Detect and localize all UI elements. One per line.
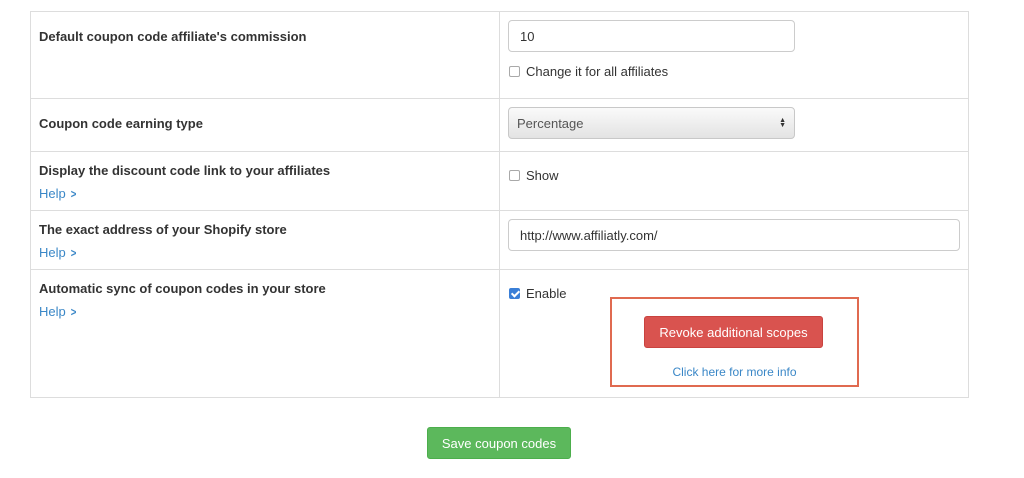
help-text: Help	[39, 186, 66, 201]
show-checkbox-row[interactable]: Show	[509, 168, 559, 183]
store-address-input[interactable]	[508, 219, 960, 251]
change-all-checkbox[interactable]	[509, 66, 520, 77]
help-text: Help	[39, 245, 66, 260]
scopes-highlight-box: Revoke additional scopes Click here for …	[610, 297, 859, 387]
label-cell-commission: Default coupon code affiliate's commissi…	[30, 11, 500, 99]
value-cell-earning-type: Percentage ▲ ▼	[499, 98, 969, 152]
row-auto-sync: Automatic sync of coupon codes in your s…	[30, 269, 969, 398]
auto-sync-help-link[interactable]: Help >	[39, 303, 77, 321]
chevron-right-icon: >	[70, 187, 77, 201]
earning-type-selected: Percentage	[517, 115, 584, 131]
value-cell-display-link: Show	[499, 151, 969, 211]
row-display-link: Display the discount code link to your a…	[30, 151, 969, 211]
display-link-help-link[interactable]: Help >	[39, 185, 77, 203]
show-label: Show	[526, 168, 559, 183]
enable-checkbox-row[interactable]: Enable	[509, 286, 566, 301]
change-all-checkbox-row[interactable]: Change it for all affiliates	[509, 64, 668, 79]
help-text: Help	[39, 304, 66, 319]
coupon-settings-table: Default coupon code affiliate's commissi…	[30, 11, 969, 398]
select-arrows-icon: ▲ ▼	[779, 117, 786, 129]
label-cell-auto-sync: Automatic sync of coupon codes in your s…	[30, 269, 500, 398]
enable-checkbox[interactable]	[509, 288, 520, 299]
store-address-help-link[interactable]: Help >	[39, 244, 77, 262]
save-coupon-codes-button[interactable]: Save coupon codes	[427, 427, 571, 459]
store-address-label: The exact address of your Shopify store	[39, 222, 287, 237]
auto-sync-label: Automatic sync of coupon codes in your s…	[39, 281, 326, 296]
more-info-link[interactable]: Click here for more info	[612, 365, 857, 379]
enable-label: Enable	[526, 286, 567, 301]
chevron-right-icon: >	[70, 305, 77, 319]
value-cell-auto-sync: Enable Revoke additional scopes Click he…	[499, 269, 969, 398]
row-store-address: The exact address of your Shopify store …	[30, 210, 969, 270]
earning-type-label: Coupon code earning type	[39, 116, 203, 131]
row-earning-type: Coupon code earning type Percentage ▲ ▼	[30, 98, 969, 152]
display-link-label: Display the discount code link to your a…	[39, 163, 331, 178]
show-checkbox[interactable]	[509, 170, 520, 181]
chevron-right-icon: >	[70, 246, 77, 260]
label-cell-store-address: The exact address of your Shopify store …	[30, 210, 500, 270]
change-all-label: Change it for all affiliates	[526, 64, 669, 79]
earning-type-select[interactable]: Percentage ▲ ▼	[508, 107, 795, 139]
commission-input[interactable]	[508, 20, 795, 52]
value-cell-commission: Change it for all affiliates	[499, 11, 969, 99]
commission-label: Default coupon code affiliate's commissi…	[39, 29, 307, 44]
value-cell-store-address	[499, 210, 969, 270]
row-commission: Default coupon code affiliate's commissi…	[30, 11, 969, 99]
revoke-scopes-button[interactable]: Revoke additional scopes	[644, 316, 823, 348]
label-cell-display-link: Display the discount code link to your a…	[30, 151, 500, 211]
label-cell-earning-type: Coupon code earning type	[30, 98, 500, 152]
